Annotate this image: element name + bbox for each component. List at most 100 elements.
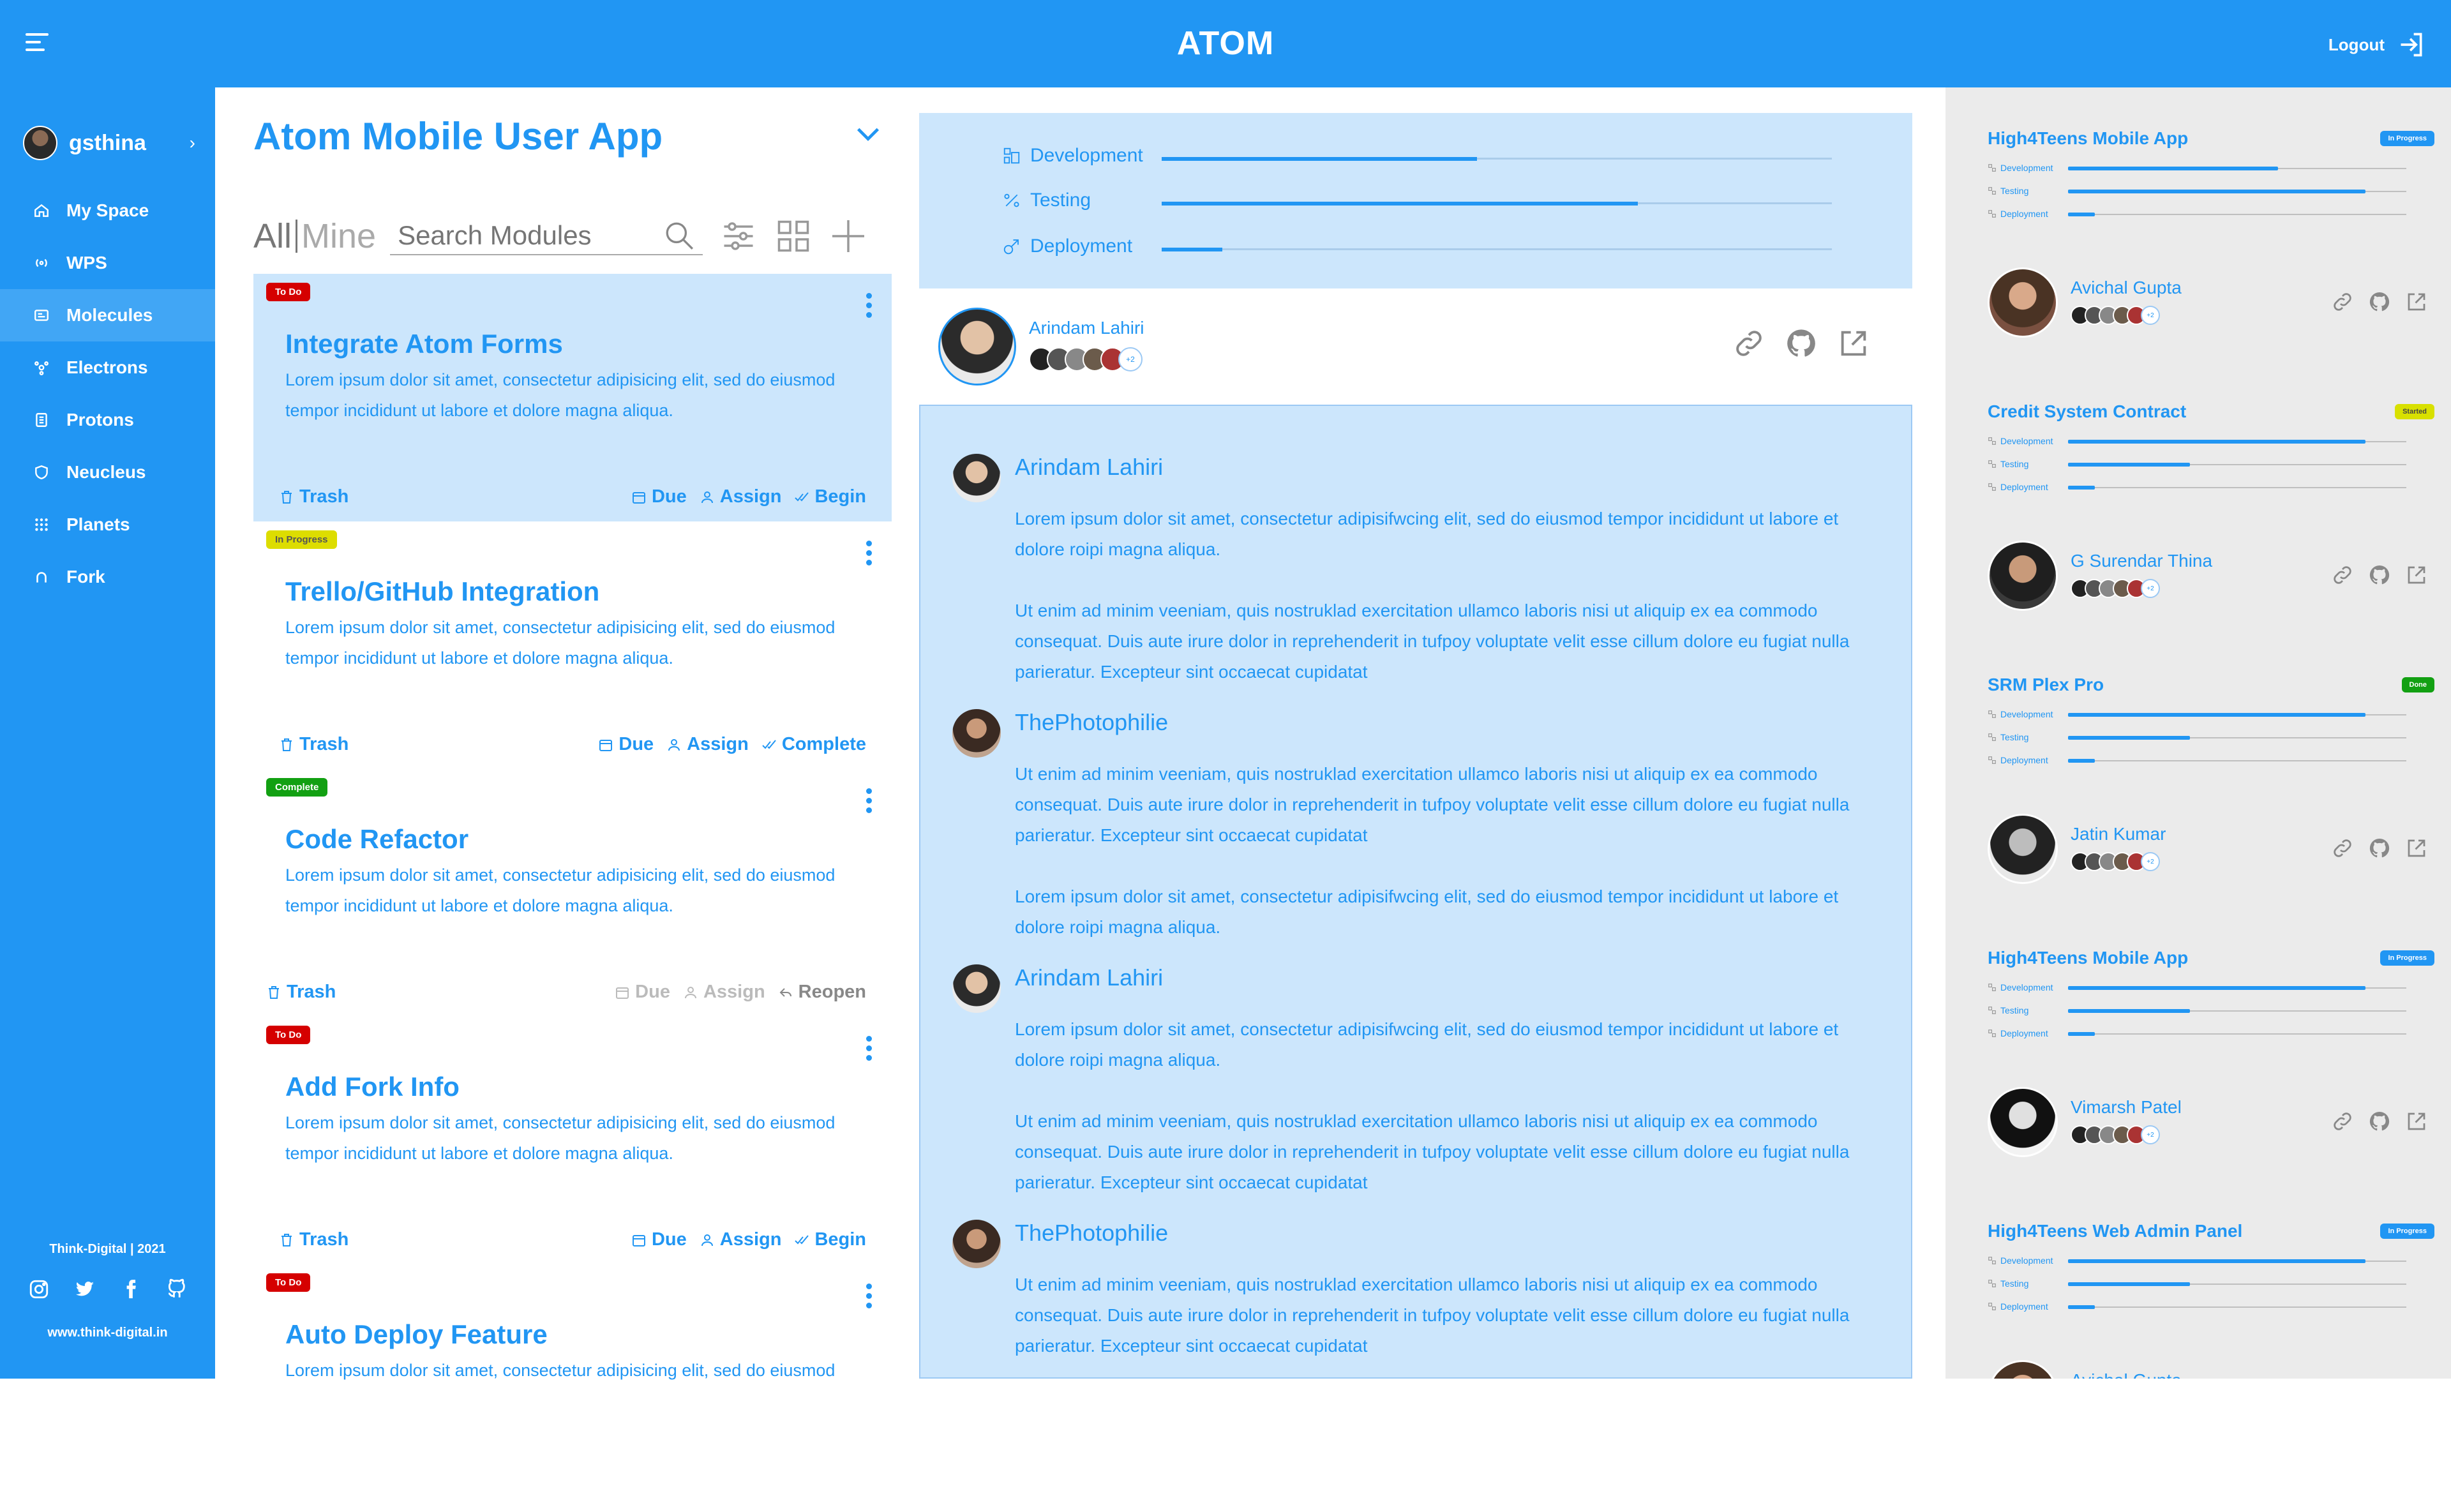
website-link[interactable]: www.think-digital.in [0,1326,215,1340]
status-badge: Complete [266,778,328,797]
project-owner: Jatin Kumar [2071,824,2166,844]
facebook-icon[interactable] [120,1278,142,1300]
search-input[interactable] [398,220,654,251]
project-card[interactable]: High4Teens Web Admin Panel In Progress D… [1988,1180,2434,1379]
chevron-down-icon[interactable] [853,119,883,149]
project-card[interactable]: High4Teens Mobile App In Progress Develo… [1988,87,2434,361]
card-actions: Trash Due Assign Begin [279,1229,866,1250]
github-icon[interactable] [2368,290,2391,313]
github-icon[interactable] [2368,837,2391,860]
sidebar-item-electrons[interactable]: Electrons [0,341,215,394]
complete-button[interactable]: Complete [761,734,866,755]
module-card[interactable]: To Do Auto Deploy Feature Lorem ipsum do… [253,1264,892,1512]
due-button[interactable]: Due [631,486,687,507]
link-icon[interactable] [1732,327,1765,360]
module-card[interactable]: Complete Code Refactor Lorem ipsum dolor… [253,769,892,1017]
sidebar-item-neucleus[interactable]: Neucleus [0,446,215,498]
github-icon[interactable] [1785,327,1818,360]
module-card[interactable]: In Progress Trello/GitHub Integration Lo… [253,521,892,769]
sidebar-item-molecules[interactable]: Molecules [0,289,215,341]
link-icon[interactable] [2331,1110,2354,1133]
begin-button[interactable]: Begin [794,486,866,507]
collaborator-avatars[interactable]: +2 [2071,852,2160,871]
due-button[interactable]: Due [615,982,670,1003]
external-link-icon[interactable] [1837,327,1870,360]
tab-mine[interactable]: Mine [301,216,376,256]
link-icon[interactable] [2331,837,2354,860]
avatar [1988,267,2058,338]
sidebar-item-my-space[interactable]: My Space [0,184,215,237]
collaborator-avatars[interactable]: +2 [1029,347,1143,371]
sidebar-item-wps[interactable]: WPS [0,237,215,289]
project-owner: G Surendar Thina [2071,551,2213,571]
filter-icon[interactable] [719,217,758,255]
progress-label: Deployment [1030,236,1133,257]
development-icon [1988,710,1996,718]
assign-button[interactable]: Assign [683,982,765,1003]
modules-toolbar: All Mine [253,214,892,258]
collaborator-avatars[interactable]: +2 [2071,306,2160,325]
more-options-icon[interactable] [866,293,873,322]
link-icon[interactable] [2331,564,2354,587]
project-card[interactable]: SRM Plex Pro Done Development Testing De… [1988,634,2434,907]
github-icon[interactable] [2368,564,2391,587]
avatar [952,964,1001,1013]
progress-fill [2068,463,2190,467]
progress-row: Deployment [1988,1301,2048,1312]
collaborator-avatars[interactable]: +2 [2071,1125,2160,1144]
more-options-icon[interactable] [866,788,873,817]
logout-button[interactable]: Logout [2328,31,2425,59]
broadcast-icon [36,258,47,267]
instagram-icon[interactable] [28,1278,50,1300]
assign-button[interactable]: Assign [700,486,781,507]
module-description: Lorem ipsum dolor sit amet, consectetur … [285,865,836,915]
search-icon[interactable] [663,220,695,251]
testing-icon [1988,733,1996,741]
twitter-icon[interactable] [74,1278,96,1300]
reopen-button[interactable]: Reopen [778,982,866,1003]
trash-button[interactable]: Trash [279,1229,349,1250]
collaborator-avatars[interactable]: +2 [2071,579,2160,598]
assign-button[interactable]: Assign [700,1229,781,1250]
module-card[interactable]: To Do Add Fork Info Lorem ipsum dolor si… [253,1017,892,1264]
more-options-icon[interactable] [866,541,873,569]
project-card[interactable]: High4Teens Mobile App In Progress Develo… [1988,907,2434,1180]
assign-button[interactable]: Assign [666,734,749,755]
external-link-icon[interactable] [2405,837,2428,860]
begin-button[interactable]: Begin [794,1229,866,1250]
comment-text: Lorem ipsum dolor sit amet, consectetur … [1015,509,1850,682]
external-link-icon[interactable] [2405,564,2428,587]
user-menu[interactable]: gsthina › [23,126,195,160]
external-link-icon[interactable] [2405,1110,2428,1133]
comment-author: ThePhotophilie [1015,1220,1169,1246]
sidebar-item-fork[interactable]: Fork [0,551,215,603]
progress-bar [2068,986,2406,990]
sidebar-item-protons[interactable]: Protons [0,394,215,446]
status-badge: In Progress [2380,131,2434,146]
assign-label: Assign [687,734,749,754]
sidebar-item-label: WPS [66,253,107,273]
comment-text: Ut enim ad minim veeniam, quis nostrukla… [1015,764,1850,937]
github-icon[interactable] [166,1278,188,1300]
due-button[interactable]: Due [598,734,654,755]
link-icon[interactable] [2331,290,2354,313]
trash-button[interactable]: Trash [266,982,336,1003]
grid-view-icon[interactable] [774,217,813,255]
trash-button[interactable]: Trash [279,734,349,755]
sidebar-item-planets[interactable]: Planets [0,498,215,551]
github-icon[interactable] [2368,1110,2391,1133]
more-options-icon[interactable] [866,1284,873,1312]
progress-label: Development [1030,145,1143,166]
progress-fill [2068,1032,2095,1036]
add-icon[interactable] [829,217,867,255]
external-link-icon[interactable] [2405,290,2428,313]
sidebar-item-label: Electrons [66,357,148,377]
tab-all[interactable]: All [253,216,292,256]
module-card[interactable]: To Do Integrate Atom Forms Lorem ipsum d… [253,274,892,521]
progress-bar [2068,167,2406,170]
project-card[interactable]: Credit System Contract Started Developme… [1988,361,2434,634]
due-button[interactable]: Due [631,1229,687,1250]
more-options-icon[interactable] [866,1036,873,1065]
trash-button[interactable]: Trash [279,486,349,507]
progress-label: Testing [2000,186,2029,196]
